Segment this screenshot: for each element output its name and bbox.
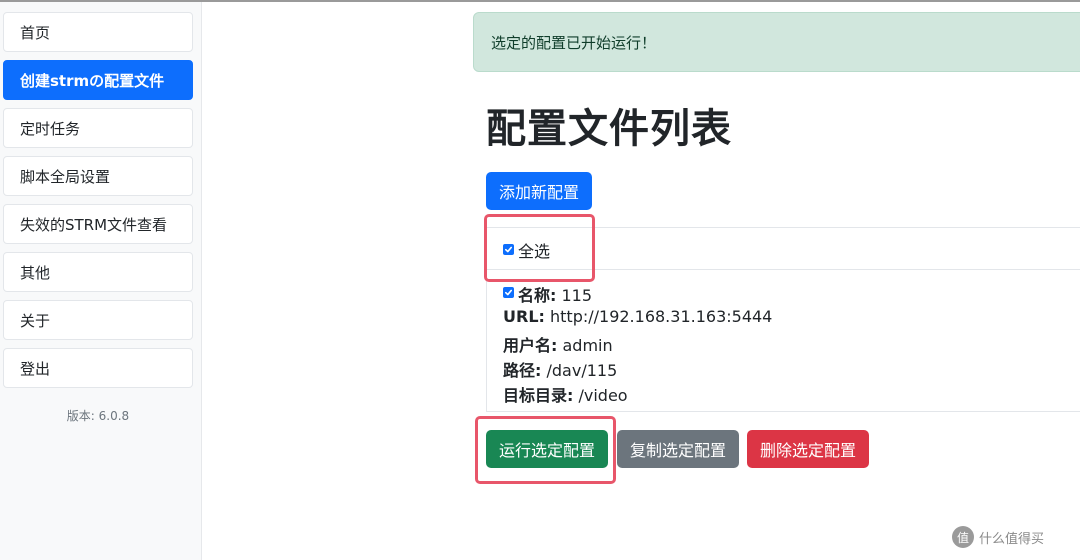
sidebar-item-label: 失效的STRM文件查看 <box>20 215 168 234</box>
config-user-row: 用户名: admin <box>503 332 613 356</box>
sidebar-item-label: 关于 <box>20 311 51 330</box>
sidebar-item-label: 脚本全局设置 <box>20 167 111 186</box>
check-icon <box>504 289 513 296</box>
delete-selected-button[interactable]: 删除选定配置 <box>747 430 870 468</box>
sidebar-item-other[interactable]: 其他 <box>3 252 193 292</box>
config-path-value: /dav/115 <box>546 361 618 380</box>
sidebar-item-label: 首页 <box>20 23 51 42</box>
watermark-text: 什么值得买 <box>979 531 1045 547</box>
config-checkbox[interactable] <box>503 287 514 298</box>
config-target-value: /video <box>578 386 628 405</box>
config-path-row: 路径: /dav/115 <box>503 357 617 381</box>
field-label: 名称: <box>518 286 557 305</box>
sidebar: 首页 创建strmの配置文件 定时任务 脚本全局设置 失效的STRM文件查看 其… <box>0 2 202 560</box>
sidebar-item-about[interactable]: 关于 <box>3 300 193 340</box>
sidebar-item-home[interactable]: 首页 <box>3 12 193 52</box>
sidebar-item-create-strm-config[interactable]: 创建strmの配置文件 <box>3 60 193 100</box>
sidebar-item-label: 其他 <box>20 263 51 282</box>
sidebar-item-label: 登出 <box>20 359 51 378</box>
card-bottom-border <box>486 411 1080 412</box>
alert-message: 选定的配置已开始运行！ <box>491 33 657 52</box>
version-label: 版本: 6.0.8 <box>66 409 130 423</box>
sidebar-item-scheduled-tasks[interactable]: 定时任务 <box>3 108 193 148</box>
add-config-button[interactable]: 添加新配置 <box>486 172 593 210</box>
sidebar-item-label: 创建strmの配置文件 <box>20 71 165 90</box>
config-url-row: URL: http://192.168.31.163:5444 <box>503 307 772 326</box>
watermark: 值 什么值得买 <box>952 526 1044 548</box>
watermark-badge-icon: 值 <box>952 526 974 548</box>
sidebar-item-global-settings[interactable]: 脚本全局设置 <box>3 156 193 196</box>
config-url-value: http://192.168.31.163:5444 <box>550 307 773 326</box>
success-alert: 选定的配置已开始运行！ <box>473 12 1080 72</box>
field-label: 路径: <box>503 361 542 380</box>
sidebar-item-label: 定时任务 <box>20 119 81 138</box>
run-button-highlight <box>475 416 616 484</box>
field-label: 用户名: <box>503 336 558 355</box>
page-title: 配置文件列表 <box>486 106 732 152</box>
select-all-highlight <box>484 214 595 282</box>
sidebar-item-logout[interactable]: 登出 <box>3 348 193 388</box>
config-name-row: 名称: 115 <box>518 282 592 306</box>
field-label: URL: <box>503 307 545 326</box>
config-user-value: admin <box>562 336 613 355</box>
config-name-value: 115 <box>561 286 593 305</box>
config-target-row: 目标目录: /video <box>503 382 628 406</box>
sidebar-item-invalid-strm[interactable]: 失效的STRM文件查看 <box>3 204 193 244</box>
field-label: 目标目录: <box>503 386 574 405</box>
copy-selected-button[interactable]: 复制选定配置 <box>617 430 740 468</box>
